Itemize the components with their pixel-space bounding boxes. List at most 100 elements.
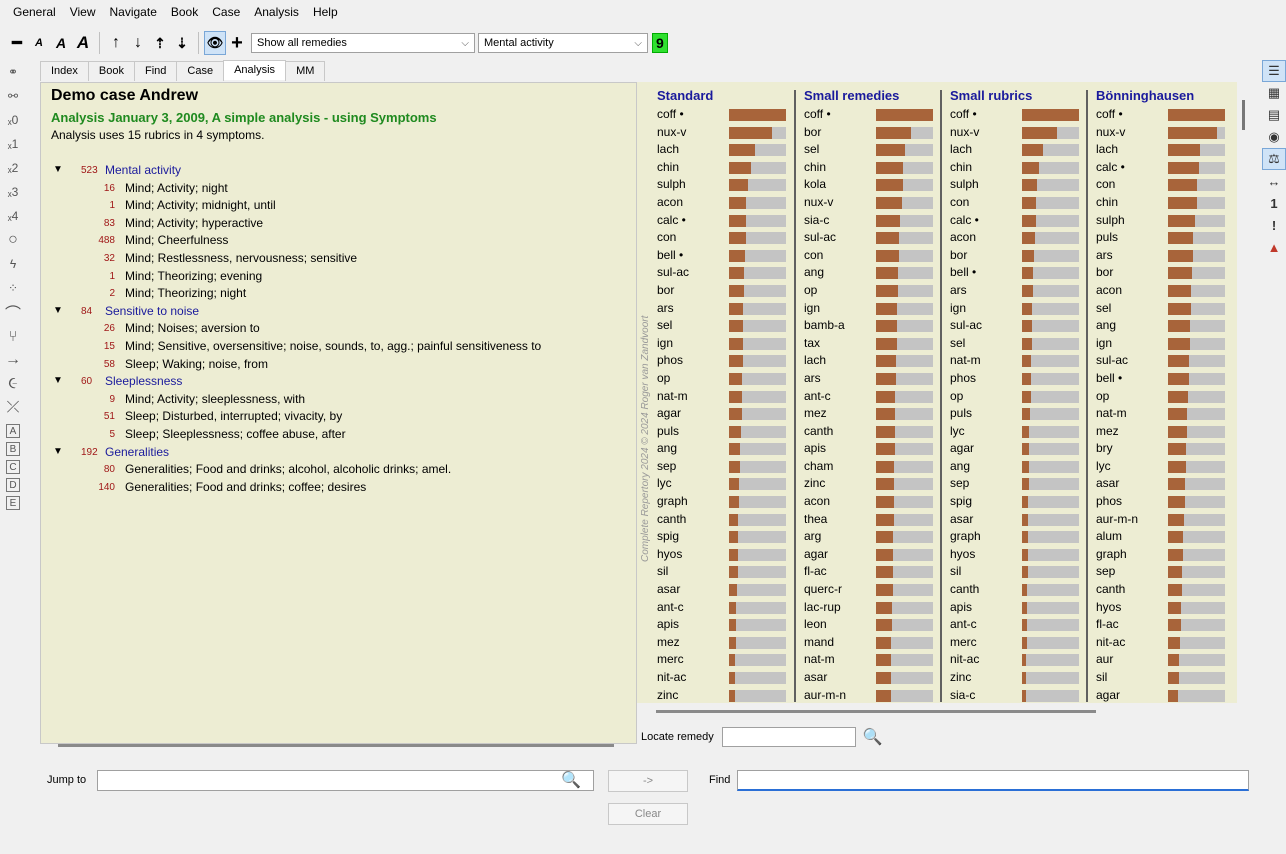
remedy-row[interactable]: fl-ac [1092, 616, 1237, 634]
remedy-row[interactable]: mez [800, 405, 946, 423]
remedy-row[interactable]: nat-m [1092, 405, 1237, 423]
remedy-row[interactable]: graph [653, 493, 799, 511]
letter-e-button[interactable]: E [6, 496, 20, 510]
arrow-up-alt-icon[interactable]: ⇡ [149, 31, 171, 55]
rubric-row[interactable]: 1 Mind; Activity; midnight, until [53, 198, 638, 216]
lightning-icon[interactable]: ϟ [0, 252, 26, 276]
remedy-row[interactable]: acon [653, 194, 799, 212]
remedy-row[interactable]: nit-ac [946, 651, 1092, 669]
remedy-row[interactable]: chin [653, 159, 799, 177]
remedy-row[interactable]: coff • [653, 106, 799, 124]
menu-item-general[interactable]: General [6, 5, 63, 19]
letter-a-button[interactable]: A [6, 424, 20, 438]
rubric-row[interactable]: 488 Mind; Cheerfulness [53, 233, 638, 251]
remedy-row[interactable]: apis [653, 616, 799, 634]
remedy-row[interactable]: asar [653, 581, 799, 599]
remedy-row[interactable]: calc • [946, 212, 1092, 230]
expand-triangle-icon[interactable]: ▼ [53, 446, 63, 457]
exclamation-icon[interactable]: ! [1262, 214, 1286, 236]
arrow-down-alt-icon[interactable]: ⇣ [171, 31, 193, 55]
remedy-row[interactable]: hyos [946, 546, 1092, 564]
remedy-row[interactable]: sia-c [800, 212, 946, 230]
remedy-row[interactable]: alum [1092, 528, 1237, 546]
remedy-row[interactable]: agar [1092, 687, 1237, 703]
vertical-scrollbar[interactable] [1242, 100, 1245, 130]
link-icon[interactable]: ⚭ [0, 60, 26, 84]
remedy-row[interactable]: bor [653, 282, 799, 300]
remedy-row[interactable]: puls [653, 423, 799, 441]
remedy-row[interactable]: nux-v [800, 194, 946, 212]
remedy-row[interactable]: leon [800, 616, 946, 634]
expand-triangle-icon[interactable]: ▼ [53, 375, 63, 386]
rubric-row[interactable]: 80 Generalities; Food and drinks; alcohol… [53, 462, 638, 480]
rubric-row[interactable]: 26 Mind; Noises; aversion to [53, 321, 638, 339]
remedy-row[interactable]: apis [800, 440, 946, 458]
menu-item-analysis[interactable]: Analysis [247, 5, 306, 19]
arrow-both-icon[interactable]: ↔ [1262, 170, 1286, 192]
tab-book[interactable]: Book [87, 61, 135, 81]
remedy-row[interactable]: sul-ac [800, 229, 946, 247]
remedy-row[interactable]: con [800, 247, 946, 265]
remedy-filter-select[interactable]: Show all remedies ⌵ [251, 33, 475, 53]
remedy-row[interactable]: coff • [946, 106, 1092, 124]
remedy-row[interactable]: fl-ac [800, 563, 946, 581]
remedy-row[interactable]: op [1092, 388, 1237, 406]
remedy-row[interactable]: ant-c [946, 616, 1092, 634]
column-header[interactable]: Small remedies [800, 88, 946, 106]
remedy-row[interactable]: puls [1092, 229, 1237, 247]
arrow-up-icon[interactable]: ↑ [105, 31, 127, 55]
menu-item-book[interactable]: Book [164, 5, 205, 19]
remedy-row[interactable]: con [1092, 176, 1237, 194]
remedy-row[interactable]: nux-v [1092, 124, 1237, 142]
remedy-row[interactable]: graph [946, 528, 1092, 546]
remedy-row[interactable]: ang [653, 440, 799, 458]
remedy-row[interactable]: chin [800, 159, 946, 177]
letter-d-button[interactable]: D [6, 478, 20, 492]
horizontal-scrollbar[interactable] [58, 744, 614, 747]
remedy-row[interactable]: op [946, 388, 1092, 406]
remedy-row[interactable]: chin [946, 159, 1092, 177]
circle-icon[interactable]: ○ [0, 228, 26, 252]
remedy-row[interactable]: ang [946, 458, 1092, 476]
letter-b-button[interactable]: B [6, 442, 20, 456]
rubric-row[interactable]: 32 Mind; Restlessness, nervousness; sensi… [53, 251, 638, 269]
remedy-row[interactable]: ign [800, 300, 946, 318]
remedy-row[interactable]: sul-ac [653, 264, 799, 282]
remedy-row[interactable]: spig [653, 528, 799, 546]
remedy-row[interactable]: lach [1092, 141, 1237, 159]
remedy-row[interactable]: con [653, 229, 799, 247]
tab-case[interactable]: Case [176, 61, 225, 81]
remedy-row[interactable]: lac-rup [800, 599, 946, 617]
remedy-row[interactable]: cham [800, 458, 946, 476]
remedy-row[interactable]: sia-c [946, 687, 1092, 703]
expand-triangle-icon[interactable]: ▼ [53, 305, 63, 316]
table-view-icon[interactable]: ▤ [1262, 104, 1286, 126]
jump-input[interactable] [97, 770, 594, 791]
remedy-row[interactable]: ars [653, 300, 799, 318]
remedy-row[interactable]: tax [800, 335, 946, 353]
tab-index[interactable]: Index [40, 61, 89, 81]
remedy-row[interactable]: sep [653, 458, 799, 476]
clear-button[interactable]: Clear [608, 803, 688, 825]
expand-triangle-icon[interactable]: ▼ [53, 164, 63, 175]
remedy-row[interactable]: zinc [800, 475, 946, 493]
weight-3-button[interactable]: ₓ3 [0, 180, 26, 204]
tab-find[interactable]: Find [134, 61, 178, 81]
list-view-icon[interactable]: ☰ [1262, 60, 1286, 82]
dots-icon[interactable]: ⁘ [0, 276, 26, 300]
font-small-icon[interactable]: A [28, 31, 50, 55]
symptom-row[interactable]: ▼ 84 Sensitive to noise [53, 304, 638, 322]
rubric-row[interactable]: 2 Mind; Theorizing; night [53, 286, 638, 304]
remedy-row[interactable]: sulph [946, 176, 1092, 194]
weight-2-button[interactable]: ₓ2 [0, 156, 26, 180]
remedy-row[interactable]: phos [1092, 493, 1237, 511]
remedy-row[interactable]: graph [1092, 546, 1237, 564]
remedy-row[interactable]: nux-v [946, 124, 1092, 142]
menu-item-view[interactable]: View [63, 5, 103, 19]
remedy-row[interactable]: ant-c [653, 599, 799, 617]
remedy-row[interactable]: acon [946, 229, 1092, 247]
remedy-row[interactable]: bry [1092, 440, 1237, 458]
fork-icon[interactable]: ⑂ [0, 324, 26, 348]
remedy-row[interactable]: puls [946, 405, 1092, 423]
grid-view-icon[interactable]: ▦ [1262, 82, 1286, 104]
